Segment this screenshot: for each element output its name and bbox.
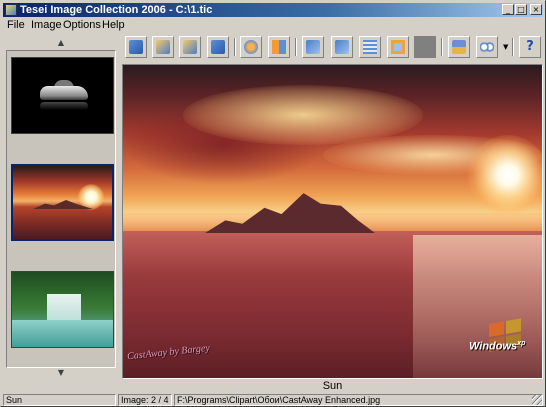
title-bar[interactable]: Tesei Image Collection 2006 - C:\1.tic _… [3, 3, 543, 17]
island-shape [205, 193, 375, 233]
rotate-right-button[interactable] [331, 36, 353, 58]
thumbnails-view-icon [272, 40, 286, 54]
view-mode-dropdown-icon[interactable]: ▼ [503, 44, 510, 51]
app-icon[interactable] [5, 4, 17, 16]
image-caption: Sun [322, 380, 343, 392]
new-collection-icon [129, 40, 143, 54]
properties-icon [363, 40, 377, 54]
view-mode-button[interactable] [476, 36, 498, 58]
windows-logo-text: Windowsxp [469, 340, 526, 353]
rotate-left-button[interactable] [302, 36, 324, 58]
thumbnail-scroll-down-button[interactable]: ▼ [56, 368, 66, 378]
menu-image[interactable]: Image [31, 18, 62, 32]
save-collection-icon [183, 40, 197, 54]
properties-button[interactable] [359, 36, 381, 58]
toolbar-separator [295, 38, 297, 56]
fit-frame-button[interactable] [387, 36, 409, 58]
window-title: Tesei Image Collection 2006 - C:\1.tic [20, 4, 213, 16]
new-collection-button[interactable] [125, 36, 147, 58]
toolbar-separator [234, 38, 236, 56]
thumbnail-pool-shape [12, 320, 113, 347]
thumbnail-sunset[interactable] [11, 164, 114, 241]
status-image-position: Image: 2 / 4 [118, 394, 172, 406]
thumbnails-view-button[interactable] [268, 36, 290, 58]
thumbnail-waterfall-shape [47, 294, 81, 320]
thumbnail-list[interactable] [6, 50, 116, 368]
import-icon [211, 40, 225, 54]
rotate-right-icon [335, 40, 349, 54]
view-mode-icon [480, 40, 494, 54]
close-button[interactable]: × [530, 4, 542, 15]
resize-grip[interactable] [532, 395, 542, 405]
fit-frame-icon [391, 40, 405, 54]
toolbar-separator [441, 38, 443, 56]
rotate-left-icon [306, 40, 320, 54]
print-icon [452, 40, 466, 54]
slideshow-icon [244, 40, 258, 54]
thumbnail-panel: ▲ ▼ [4, 35, 118, 392]
status-image-name: Sun [3, 394, 116, 406]
save-collection-button[interactable] [179, 36, 201, 58]
status-file-path: F:\Programs\Clipart\Обои\CastAway Enhanc… [174, 394, 543, 406]
menu-bar: File Image Options Help [3, 18, 543, 32]
background-color-icon [417, 39, 431, 53]
menu-options[interactable]: Options [63, 18, 101, 32]
thumbnail-waterfall[interactable] [11, 271, 114, 348]
toolbar: ▼ ? [121, 34, 541, 62]
sea-reflection-shape [413, 235, 542, 378]
image-viewer[interactable]: CastAway by Bargey Windowsxp [122, 64, 543, 379]
toolbar-separator [512, 38, 514, 56]
import-button[interactable] [207, 36, 229, 58]
thumbnail-scroll-up-button[interactable]: ▲ [56, 38, 66, 48]
open-collection-button[interactable] [152, 36, 174, 58]
car-reflection-shape [40, 102, 88, 110]
slideshow-button[interactable] [240, 36, 262, 58]
app-window: Tesei Image Collection 2006 - C:\1.tic _… [0, 0, 546, 407]
car-body-shape [40, 86, 88, 100]
help-button[interactable]: ? [519, 36, 541, 58]
help-icon: ? [526, 39, 534, 54]
maximize-button[interactable]: □ [515, 4, 527, 15]
open-collection-icon [156, 40, 170, 54]
sun-shape [468, 135, 542, 215]
background-color-button[interactable] [414, 36, 436, 58]
status-bar: Sun Image: 2 / 4 F:\Programs\Clipart\Обо… [3, 394, 543, 406]
print-button[interactable] [448, 36, 470, 58]
minimize-button[interactable]: _ [502, 4, 514, 15]
menu-help[interactable]: Help [102, 18, 125, 32]
menu-file[interactable]: File [7, 18, 25, 32]
thumbnail-car[interactable] [11, 57, 114, 134]
